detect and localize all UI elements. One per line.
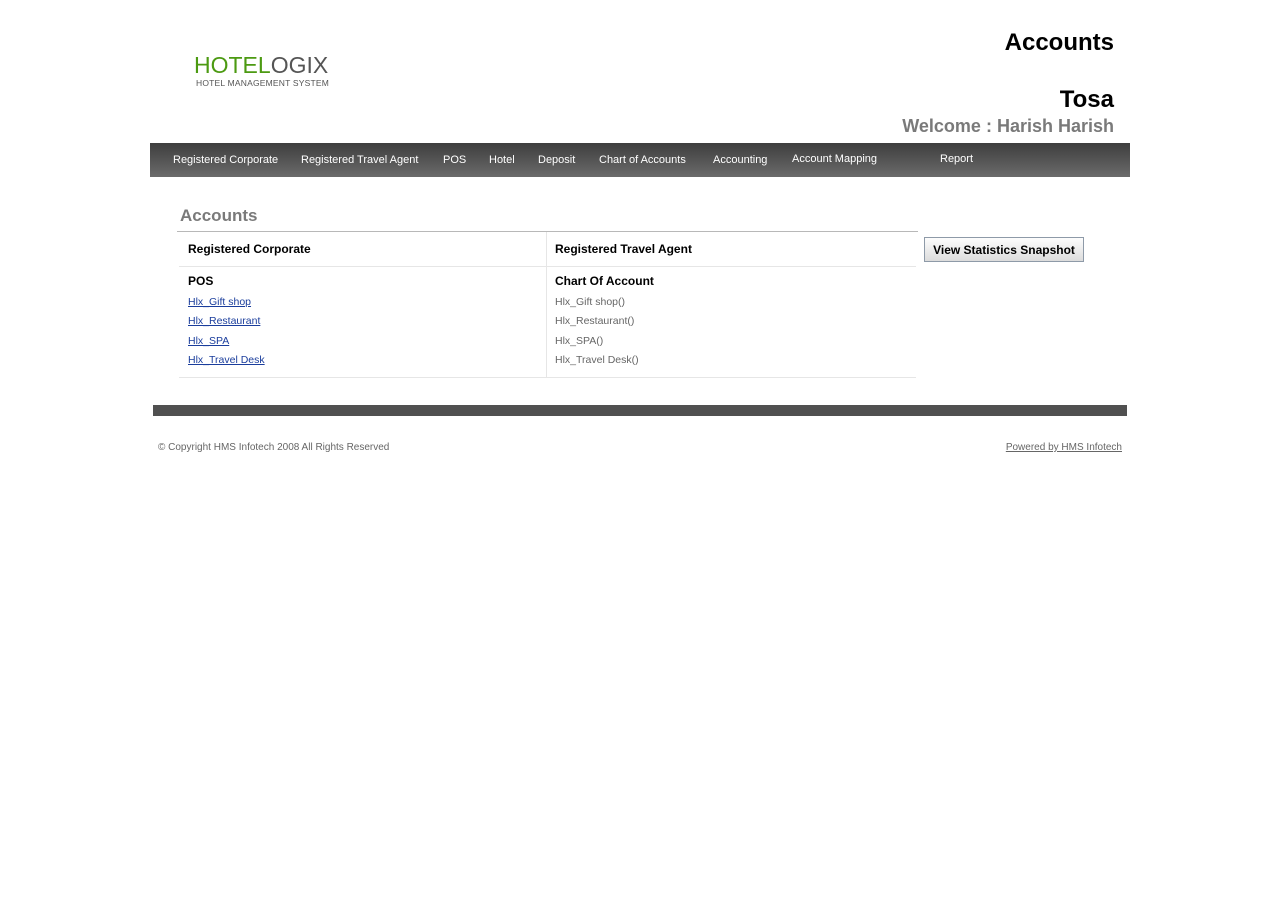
hotel-name: Tosa <box>1059 86 1114 113</box>
nav-registered-travel-agent[interactable]: Registered Travel Agent <box>301 143 418 177</box>
pos-link-gift-shop[interactable]: Hlx_Gift shop <box>188 296 251 308</box>
nav-registered-corporate[interactable]: Registered Corporate <box>173 143 278 177</box>
registered-travel-agent-link[interactable]: Registered Travel Agent <box>555 242 692 256</box>
logo-part-hotel: HOTEL <box>194 52 271 78</box>
nav-chart-of-accounts[interactable]: Chart of Accounts <box>599 143 686 177</box>
logo-wordmark: HOTELOGIX <box>194 52 334 78</box>
copyright-text: © Copyright HMS Infotech 2008 All Rights… <box>158 442 390 453</box>
pos-link-spa[interactable]: Hlx_SPA <box>188 335 229 347</box>
logo-subtitle: HOTEL MANAGEMENT SYSTEM <box>196 78 330 88</box>
coa-item-gift-shop: Hlx_Gift shop() <box>555 296 626 308</box>
nav-deposit[interactable]: Deposit <box>538 143 575 177</box>
pos-link-travel-desk[interactable]: Hlx_Travel Desk <box>188 354 265 366</box>
page-heading: Accounts <box>1004 29 1114 56</box>
nav-report[interactable]: Report <box>940 143 973 177</box>
section-title: Accounts <box>180 206 258 225</box>
logo-part-ogix: OGIX <box>270 52 329 78</box>
coa-item-travel-desk: Hlx_Travel Desk() <box>555 354 639 366</box>
page: HOTELOGIX HOTEL MANAGEMENT SYSTEM Accoun… <box>0 0 1280 915</box>
column-divider <box>546 232 547 377</box>
coa-item-spa: Hlx_SPA() <box>555 335 604 347</box>
welcome-user: Welcome : Harish Harish <box>902 116 1114 136</box>
footer-bar <box>153 405 1127 416</box>
view-statistics-snapshot-button[interactable]: View Statistics Snapshot <box>924 237 1084 262</box>
accounts-table: Registered Corporate Registered Travel A… <box>179 232 916 378</box>
header-info: Accounts Tosa Welcome : Harish Harish <box>902 28 1114 137</box>
pos-link-restaurant[interactable]: Hlx_Restaurant <box>188 315 260 327</box>
pos-heading: POS <box>188 274 214 288</box>
main-nav: Registered Corporate Registered Travel A… <box>150 143 1130 177</box>
coa-item-restaurant: Hlx_Restaurant() <box>555 315 635 327</box>
nav-accounting[interactable]: Accounting <box>713 143 767 177</box>
row-divider <box>179 266 916 267</box>
powered-by-link[interactable]: Powered by HMS Infotech <box>1006 442 1122 453</box>
chart-of-account-heading: Chart Of Account <box>555 274 654 288</box>
nav-pos[interactable]: POS <box>443 143 466 177</box>
nav-account-mapping[interactable]: Account Mapping <box>792 143 877 177</box>
hotelogix-logo[interactable]: HOTELOGIX HOTEL MANAGEMENT SYSTEM <box>194 52 334 88</box>
nav-hotel[interactable]: Hotel <box>489 143 515 177</box>
registered-corporate-link[interactable]: Registered Corporate <box>188 242 311 256</box>
